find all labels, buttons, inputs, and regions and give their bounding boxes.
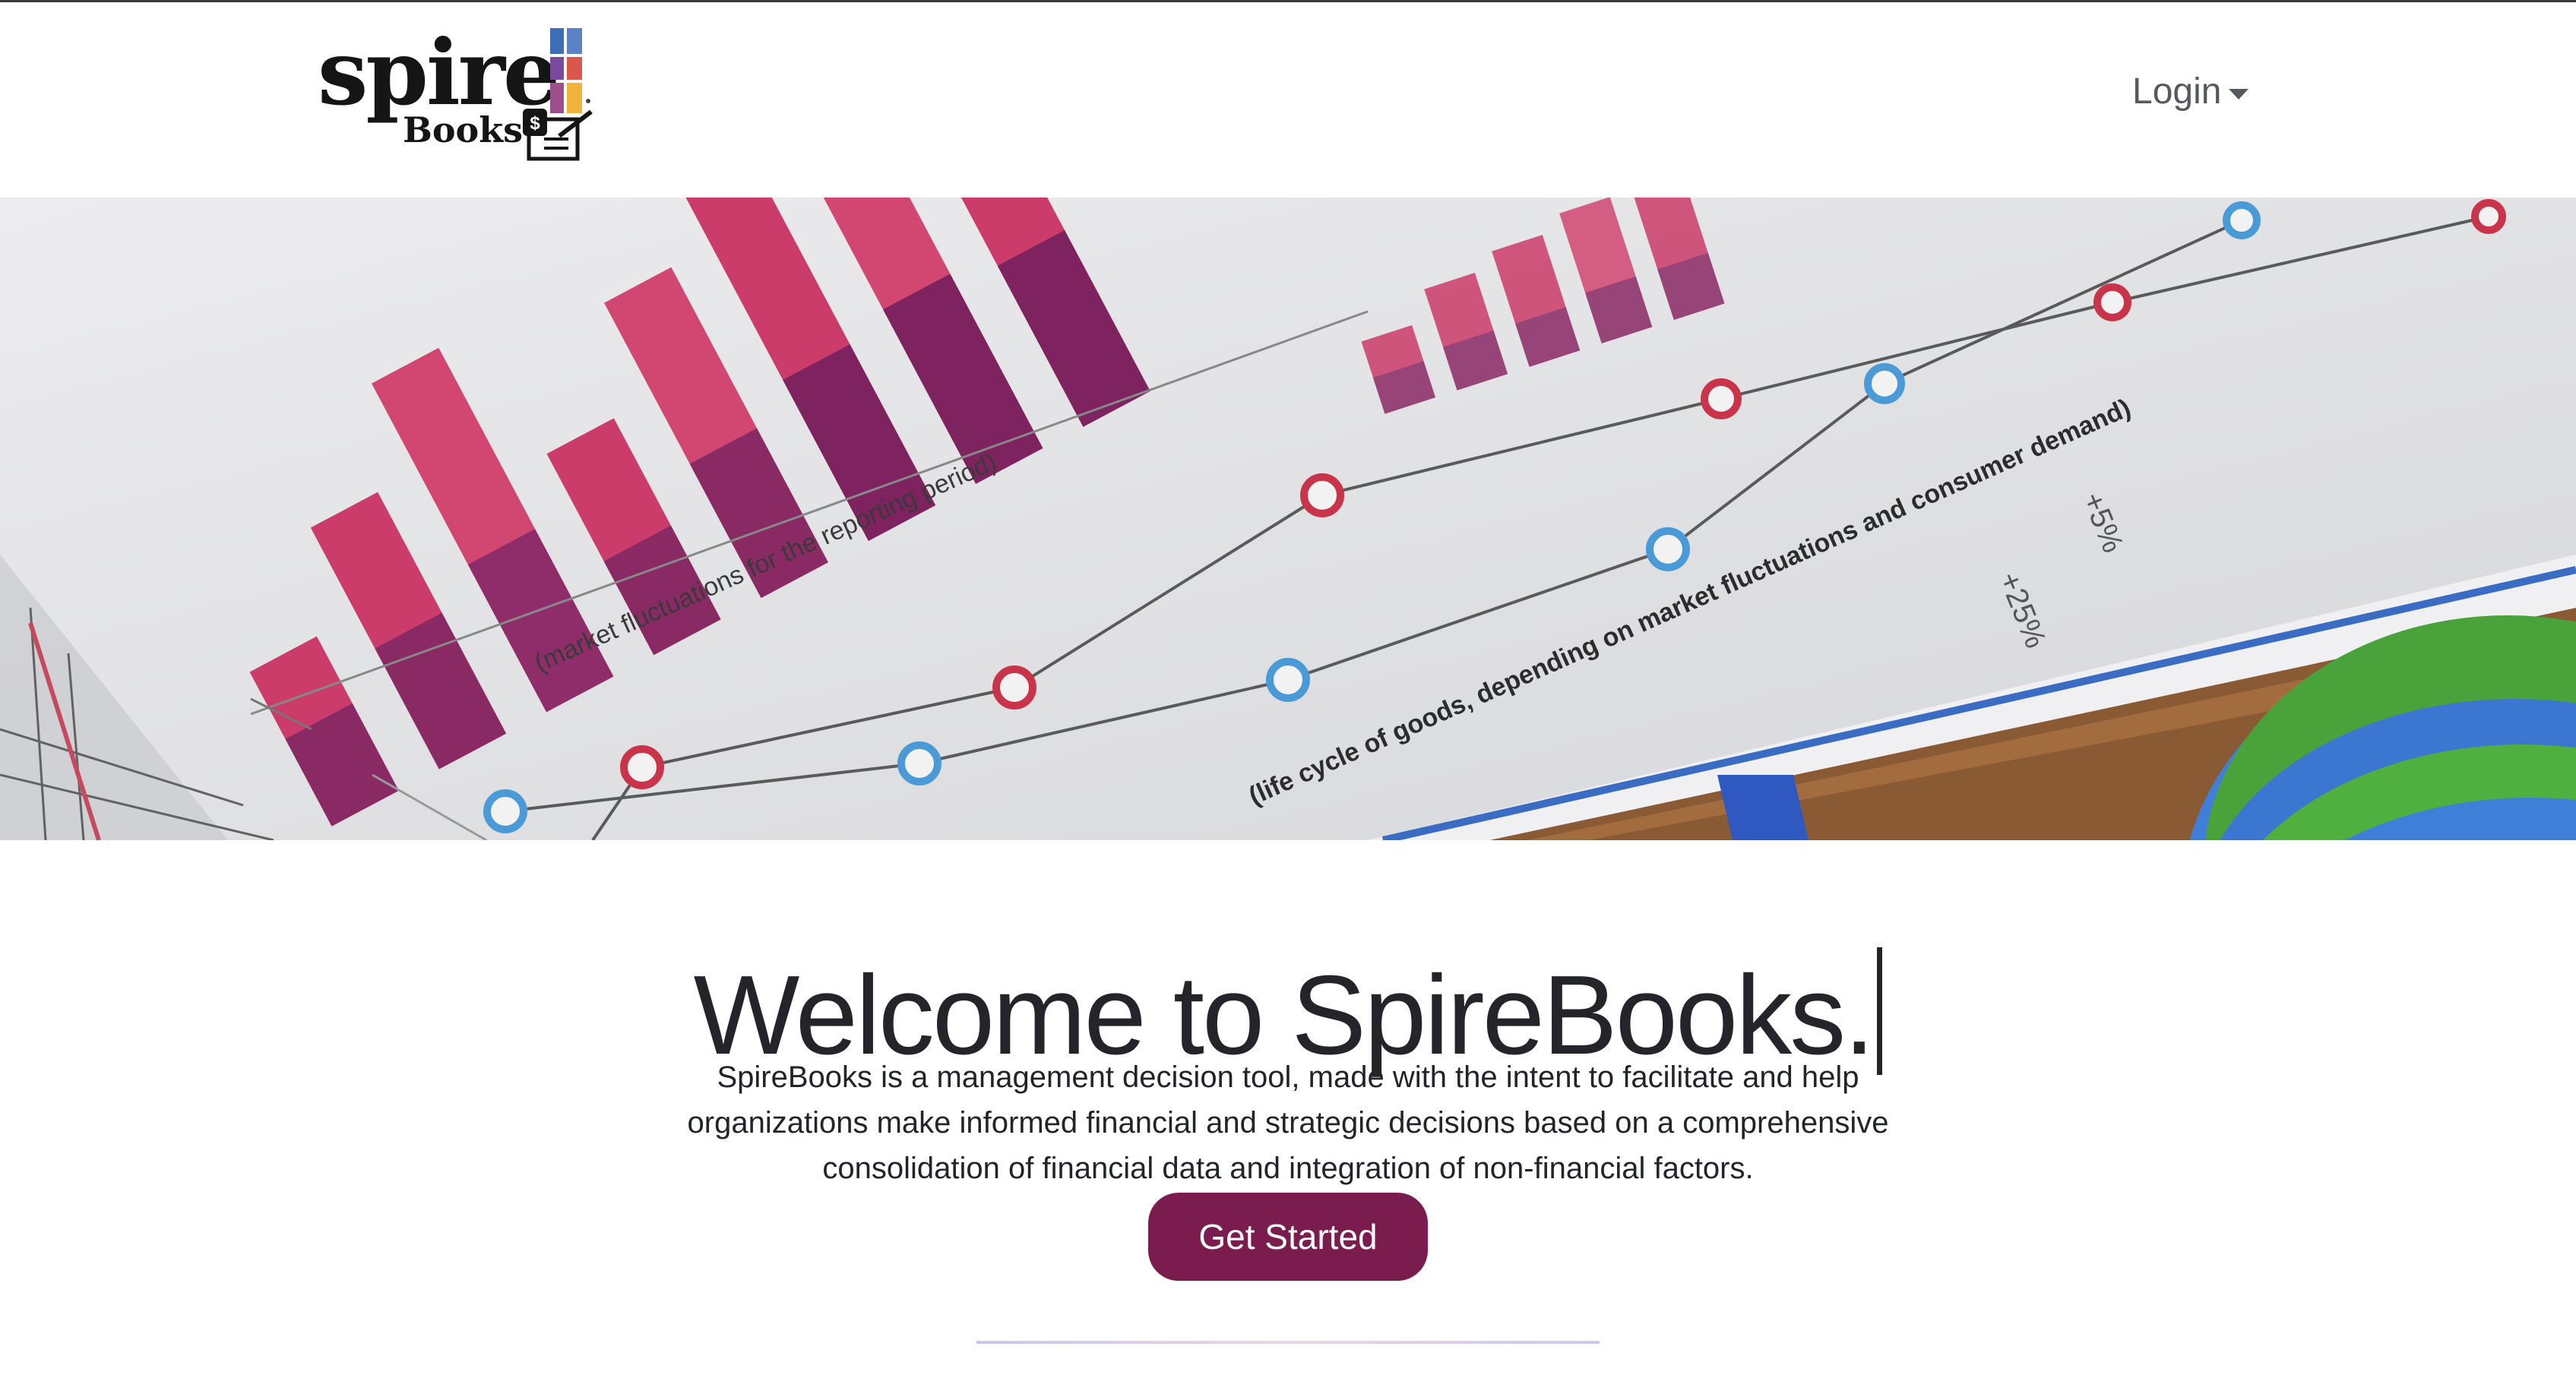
logo-badge: $	[530, 113, 540, 134]
login-dropdown[interactable]: Login	[2132, 71, 2249, 112]
spire-icon	[550, 28, 590, 113]
logo-subtitle: Books	[403, 109, 524, 150]
navbar: spire Books $ Login	[0, 2, 2576, 198]
section-divider	[976, 1341, 1600, 1344]
chevron-down-icon	[2229, 88, 2249, 100]
checkbook-icon: $	[523, 109, 593, 161]
login-label: Login	[2132, 71, 2222, 112]
hero-image: (market fluctuations for the reporting p…	[0, 198, 2576, 840]
intro-description: SpireBooks is a management decision tool…	[687, 1060, 1889, 1185]
financial-charts-photo: (market fluctuations for the reporting p…	[0, 198, 2576, 840]
brand-logo[interactable]: spire Books $	[318, 20, 606, 161]
logo-wordmark: spire	[318, 20, 560, 125]
get-started-button[interactable]: Get Started	[1148, 1193, 1428, 1281]
